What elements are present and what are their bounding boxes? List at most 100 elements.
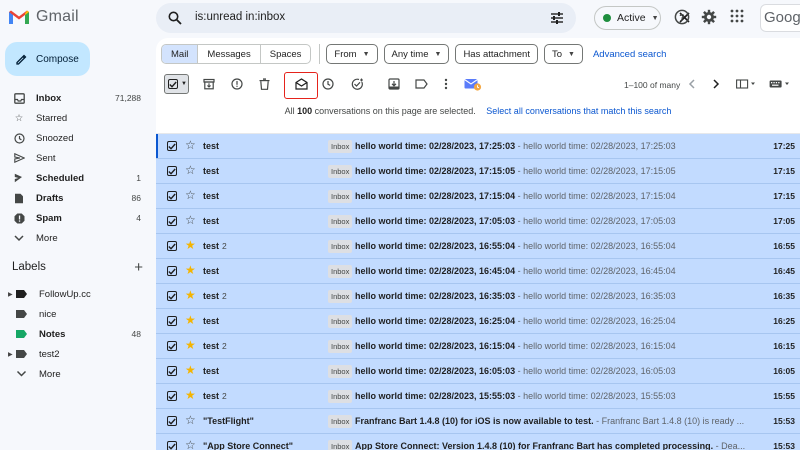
table-row[interactable]: ☆ test Inbox hello world time: 02/28/2023, … <box>156 159 800 184</box>
inbox-badge[interactable]: Inbox <box>328 140 353 153</box>
star-icon[interactable]: ★ <box>185 314 196 327</box>
star-icon[interactable]: ★ <box>185 239 196 252</box>
tab-spaces[interactable]: Spaces <box>261 45 311 63</box>
inbox-badge[interactable]: Inbox <box>328 240 353 253</box>
input-tools-toggle[interactable] <box>768 76 792 92</box>
to-filter-chip[interactable]: To ▼ <box>543 44 583 64</box>
sidebar-item-nice[interactable]: nice <box>0 304 155 324</box>
report-spam-button[interactable] <box>229 76 245 92</box>
table-row[interactable]: ☆ test Inbox hello world time: 02/28/2023, … <box>156 134 800 159</box>
inbox-badge[interactable]: Inbox <box>328 340 353 353</box>
add-to-tasks-button[interactable] <box>349 76 365 92</box>
mark-as-read-button[interactable] <box>293 76 309 92</box>
next-page-button[interactable] <box>708 76 724 92</box>
inbox-badge[interactable]: Inbox <box>328 415 353 428</box>
table-row[interactable]: ★ test 2 Inbox hello world time: 02/28/2023,… <box>156 384 800 409</box>
sidebar-item-labels-more[interactable]: More <box>0 364 155 384</box>
row-checkbox[interactable] <box>167 316 177 326</box>
inbox-badge[interactable]: Inbox <box>328 215 353 228</box>
sidebar-item-spam[interactable]: Spam 4 <box>0 208 155 228</box>
sidebar-item-inbox[interactable]: Inbox 71,288 <box>0 88 155 108</box>
table-row[interactable]: ★ test 2 Inbox hello world time: 02/28/2023,… <box>156 234 800 259</box>
compose-button[interactable]: Compose <box>5 42 90 76</box>
star-icon[interactable]: ★ <box>185 364 196 377</box>
tab-messages[interactable]: Messages <box>198 45 261 63</box>
table-row[interactable]: ★ test Inbox hello world time: 02/28/2023, … <box>156 359 800 384</box>
search-input[interactable]: is:unread in:inbox <box>195 11 285 23</box>
star-icon[interactable]: ☆ <box>185 214 196 227</box>
has-attachment-filter-chip[interactable]: Has attachment <box>455 44 538 64</box>
star-icon[interactable]: ★ <box>185 289 196 302</box>
followup-extension-button[interactable] <box>463 76 483 92</box>
inbox-badge[interactable]: Inbox <box>328 165 353 178</box>
account-brand-box[interactable]: Goog <box>760 4 800 32</box>
inbox-badge[interactable]: Inbox <box>328 265 353 278</box>
star-icon[interactable]: ☆ <box>185 139 196 152</box>
table-row[interactable]: ★ test Inbox hello world time: 02/28/2023, … <box>156 309 800 334</box>
row-checkbox[interactable] <box>167 441 177 450</box>
search-icon[interactable] <box>168 11 182 25</box>
from-filter-chip[interactable]: From ▼ <box>326 44 378 64</box>
select-all-checkbox[interactable] <box>168 79 178 89</box>
row-checkbox[interactable] <box>167 241 177 251</box>
table-row[interactable]: ☆ "TestFlight" Inbox Franfranc Bart 1.4.8 (… <box>156 409 800 434</box>
sidebar-item-notes[interactable]: Notes 48 <box>0 324 155 344</box>
archive-button[interactable] <box>201 76 217 92</box>
sidebar-item-snoozed[interactable]: Snoozed <box>0 128 155 148</box>
row-checkbox[interactable] <box>167 141 177 151</box>
table-row[interactable]: ☆ "App Store Connect" Inbox App Store Conne… <box>156 434 800 450</box>
sidebar-item-starred[interactable]: ☆ Starred <box>0 108 155 128</box>
star-icon[interactable]: ★ <box>185 264 196 277</box>
expand-arrow-icon[interactable]: ▶ <box>8 291 16 298</box>
sidebar-item-test2[interactable]: ▶ test2 <box>0 344 155 364</box>
table-row[interactable]: ☆ test Inbox hello world time: 02/28/2023, … <box>156 184 800 209</box>
labels-button[interactable] <box>413 76 429 92</box>
expand-arrow-icon[interactable]: ▶ <box>8 351 16 358</box>
inbox-badge[interactable]: Inbox <box>328 365 353 378</box>
sidebar-item-sent[interactable]: Sent <box>0 148 155 168</box>
star-icon[interactable]: ★ <box>185 389 196 402</box>
star-icon[interactable]: ☆ <box>185 414 196 427</box>
delete-button[interactable] <box>256 76 272 92</box>
sidebar-item-scheduled[interactable]: Scheduled 1 <box>0 168 155 188</box>
search-options-icon[interactable] <box>550 11 564 25</box>
inbox-badge[interactable]: Inbox <box>328 190 353 203</box>
star-icon[interactable]: ☆ <box>185 164 196 177</box>
sidebar-item-drafts[interactable]: Drafts 86 <box>0 188 155 208</box>
sidebar-item-more[interactable]: More <box>0 228 155 248</box>
row-checkbox[interactable] <box>167 191 177 201</box>
select-all-conversations-link[interactable]: Select all conversations that match this… <box>486 106 671 116</box>
star-icon[interactable]: ★ <box>185 339 196 352</box>
inbox-badge[interactable]: Inbox <box>328 315 353 328</box>
status-selector[interactable]: Active ▼ <box>594 6 661 30</box>
table-row[interactable]: ★ test 2 Inbox hello world time: 02/28/2023,… <box>156 334 800 359</box>
row-checkbox[interactable] <box>167 266 177 276</box>
inbox-badge[interactable]: Inbox <box>328 390 353 403</box>
table-row[interactable]: ☆ test Inbox hello world time: 02/28/2023, … <box>156 209 800 234</box>
move-to-button[interactable] <box>386 76 402 92</box>
more-options-button[interactable] <box>438 76 454 92</box>
advanced-search-link[interactable]: Advanced search <box>593 49 666 60</box>
row-checkbox[interactable] <box>167 416 177 426</box>
row-checkbox[interactable] <box>167 341 177 351</box>
any-time-filter-chip[interactable]: Any time ▼ <box>383 44 450 64</box>
apps-grid-icon[interactable] <box>730 9 744 23</box>
star-icon[interactable]: ☆ <box>185 439 196 450</box>
row-checkbox[interactable] <box>167 216 177 226</box>
select-all-dropdown[interactable]: ▼ <box>164 74 189 94</box>
previous-page-button[interactable] <box>684 76 700 92</box>
search-bar[interactable]: is:unread in:inbox <box>156 3 690 33</box>
add-label-button[interactable]: + <box>134 259 143 276</box>
gear-icon[interactable] <box>701 9 717 25</box>
sidebar-item-followup[interactable]: ▶ FollowUp.cc <box>0 284 155 304</box>
row-checkbox[interactable] <box>167 391 177 401</box>
gmail-logo[interactable]: Gmail <box>8 8 79 26</box>
table-row[interactable]: ★ test Inbox hello world time: 02/28/2023, … <box>156 259 800 284</box>
inbox-badge[interactable]: Inbox <box>328 440 353 450</box>
help-icon[interactable]: ? <box>674 9 690 25</box>
table-row[interactable]: ★ test 2 Inbox hello world time: 02/28/2023,… <box>156 284 800 309</box>
row-checkbox[interactable] <box>167 366 177 376</box>
snooze-button[interactable] <box>320 76 336 92</box>
split-pane-toggle[interactable] <box>735 76 757 92</box>
tab-mail[interactable]: Mail <box>162 45 199 63</box>
